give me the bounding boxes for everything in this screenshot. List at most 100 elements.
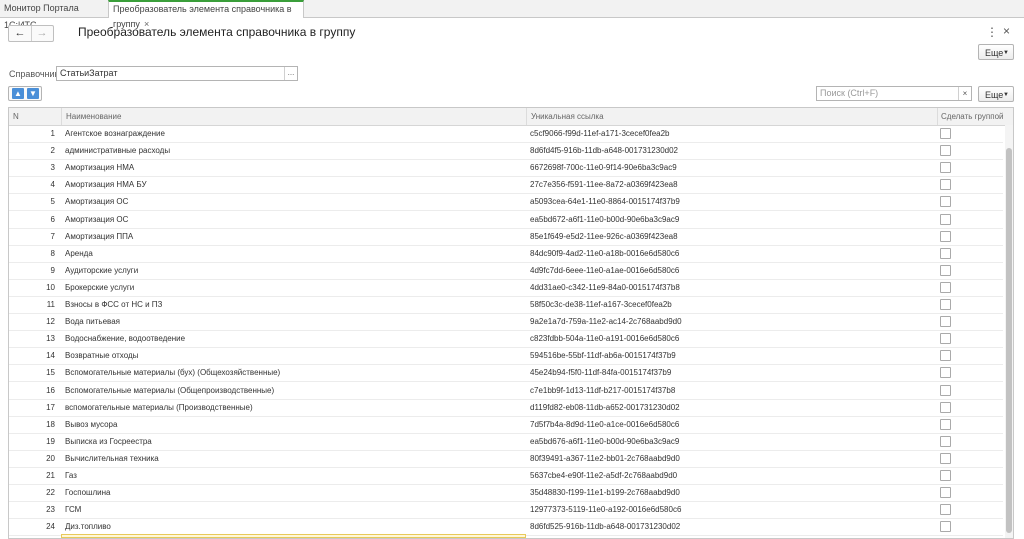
- row-number: 16: [46, 385, 55, 395]
- forward-arrow-icon[interactable]: →: [31, 26, 53, 41]
- make-group-checkbox[interactable]: [940, 264, 951, 276]
- make-group-checkbox[interactable]: [940, 128, 951, 139]
- table-row[interactable]: 17 вспомогательные материалы (Производств…: [9, 399, 1003, 417]
- table-row[interactable]: 13 Водоснабжение, водоотведение c823fdbb-5…: [9, 330, 1003, 349]
- close-icon[interactable]: ×: [1003, 24, 1010, 38]
- more-button-form[interactable]: Еще ▼: [978, 44, 1014, 60]
- table-header: N Наименование Уникальная ссылка Сделать…: [9, 108, 1013, 126]
- make-group-checkbox[interactable]: [940, 299, 951, 310]
- make-group-checkbox[interactable]: [940, 145, 951, 157]
- search-input[interactable]: Поиск (Ctrl+F) ×: [816, 86, 972, 101]
- table-row[interactable]: 22 Госпошлина 35d48830-f199-11e1-b199-2c76…: [9, 484, 1003, 503]
- scrollbar-thumb[interactable]: [1006, 148, 1012, 533]
- row-number: 10: [46, 282, 55, 292]
- row-name: Вычислительная техника: [65, 453, 159, 463]
- row-ref: 594516be-55bf-11df-ab6a-0015174f37b9: [530, 351, 676, 361]
- table-row[interactable]: 6 Амортизация ОС ea5bd672-a6f1-11e0-b00d-9…: [9, 211, 1003, 229]
- tab-portal-monitor[interactable]: Монитор Портала 1С:ИТС: [0, 0, 107, 30]
- move-down-icon[interactable]: ▼: [27, 88, 39, 99]
- make-group-checkbox[interactable]: [940, 281, 951, 293]
- table-row-partial[interactable]: [61, 534, 526, 538]
- make-group-checkbox[interactable]: [940, 333, 951, 345]
- column-header-ref[interactable]: Уникальная ссылка: [526, 108, 937, 125]
- nav-buttons: ← →: [8, 25, 54, 42]
- row-number: 22: [46, 488, 55, 498]
- table-row[interactable]: 15 Вспомогательные материалы (бух) (Общех…: [9, 364, 1003, 383]
- make-group-checkbox[interactable]: [940, 418, 951, 430]
- row-number: 1: [50, 129, 55, 138]
- row-name: Амортизация ОС: [65, 197, 129, 207]
- table-row[interactable]: 4 Амортизация НМА БУ 27c7e356-f591-11ee-8a…: [9, 176, 1003, 195]
- row-name: Амортизация НМА БУ: [65, 180, 147, 190]
- row-number: 17: [46, 402, 55, 412]
- table-row[interactable]: 2 административные расходы 8d6fd4f5-916b-1…: [9, 142, 1003, 161]
- table-row[interactable]: 9 Аудиторские услуги 4d9fc7dd-6eee-11e0-a1…: [9, 262, 1003, 280]
- table-row[interactable]: 16 Вспомогательные материалы (Общепроизво…: [9, 382, 1003, 400]
- make-group-checkbox[interactable]: [940, 162, 951, 174]
- row-number: 2: [50, 146, 55, 156]
- row-name: Возвратные отходы: [65, 351, 139, 361]
- make-group-checkbox[interactable]: [940, 470, 951, 481]
- more-label: Еще: [985, 90, 1004, 100]
- make-group-checkbox[interactable]: [940, 230, 951, 242]
- table-row[interactable]: 8 Аренда 84dc90f9-4ad2-11e0-a18b-0016e6d58…: [9, 245, 1003, 263]
- make-group-checkbox[interactable]: [940, 401, 951, 413]
- tab-bar: Монитор Портала 1С:ИТС Преобразователь э…: [0, 0, 1024, 30]
- column-header-name[interactable]: Наименование: [61, 108, 526, 125]
- chevron-down-icon: ▼: [1003, 50, 1009, 56]
- make-group-checkbox[interactable]: [940, 521, 951, 533]
- make-group-checkbox[interactable]: [940, 384, 951, 396]
- row-name: Агентское вознаграждение: [65, 129, 165, 138]
- row-name: Водоснабжение, водоотведение: [65, 334, 186, 344]
- chevron-down-icon: ▼: [1003, 92, 1009, 98]
- column-header-n[interactable]: N: [9, 108, 61, 125]
- row-name: Амортизация ОС: [65, 214, 129, 224]
- row-ref: 7d5f7b4a-8d9d-11e0-a1ce-0016e6d580c6: [530, 419, 680, 429]
- table-row[interactable]: 7 Амортизация ППА 85e1f649-e5d2-11ee-926c-…: [9, 228, 1003, 246]
- column-header-make-group[interactable]: Сделать группой: [937, 108, 1013, 125]
- row-ref: 5637cbe4-e90f-11e2-a5df-2c768aabd9d0: [530, 471, 678, 480]
- make-group-checkbox[interactable]: [940, 435, 951, 447]
- row-number: 4: [50, 180, 55, 190]
- make-group-checkbox[interactable]: [940, 452, 951, 464]
- more-button-table[interactable]: Еще ▼: [978, 86, 1014, 102]
- clear-search-icon[interactable]: ×: [958, 87, 971, 100]
- row-name: Газ: [65, 471, 77, 480]
- table-row[interactable]: 23 ГСМ 12977373-5119-11e0-a192-0016e6d580c…: [9, 501, 1003, 520]
- table-row[interactable]: 12 Вода питьевая 9a2e1a7d-759a-11e2-ac14-2…: [9, 313, 1003, 332]
- catalog-field[interactable]: СтатьиЗатрат ...: [56, 66, 298, 81]
- move-up-icon[interactable]: ▲: [12, 88, 24, 99]
- table-row[interactable]: 20 Вычислительная техника 80f39491-a367-11…: [9, 450, 1003, 468]
- row-number: 12: [46, 317, 55, 327]
- back-arrow-icon[interactable]: ←: [9, 26, 32, 41]
- row-ref: 85e1f649-e5d2-11ee-926c-a0369f423ea8: [530, 231, 678, 241]
- tab-converter[interactable]: Преобразователь элемента справочника в г…: [108, 0, 304, 29]
- choose-button[interactable]: ...: [284, 67, 297, 80]
- table-row[interactable]: 3 Амортизация НМА 6672698f-700c-11e0-9f14-…: [9, 159, 1003, 178]
- make-group-checkbox[interactable]: [940, 504, 951, 516]
- catalog-value: СтатьиЗатрат: [60, 68, 118, 78]
- data-table: N Наименование Уникальная ссылка Сделать…: [8, 107, 1014, 539]
- make-group-checkbox[interactable]: [940, 196, 951, 208]
- make-group-checkbox[interactable]: [940, 213, 951, 225]
- make-group-checkbox[interactable]: [940, 316, 951, 328]
- row-name: Вспомогательные материалы (бух) (Общехоз…: [65, 368, 281, 378]
- row-ref: c7e1bb9f-1d13-11df-b217-0015174f37b8: [530, 385, 676, 395]
- table-row[interactable]: 14 Возвратные отходы 594516be-55bf-11df-ab…: [9, 347, 1003, 366]
- table-row[interactable]: 21 Газ 5637cbe4-e90f-11e2-a5df-2c768aabd9d…: [9, 467, 1003, 485]
- row-name: административные расходы: [65, 146, 171, 156]
- make-group-checkbox[interactable]: [940, 487, 951, 499]
- table-row[interactable]: 18 Вывоз мусора 7d5f7b4a-8d9d-11e0-a1ce-00…: [9, 416, 1003, 434]
- more-options-icon[interactable]: ⋮: [986, 25, 998, 39]
- table-row[interactable]: 1 Агентское вознаграждение c5cf9066-f99d-1…: [9, 125, 1003, 143]
- make-group-checkbox[interactable]: [940, 179, 951, 191]
- table-row[interactable]: 5 Амортизация ОС a5093cea-64e1-11e0-8864-0…: [9, 193, 1003, 212]
- row-name: Брокерские услуги: [65, 282, 135, 292]
- row-number: 21: [46, 471, 55, 480]
- make-group-checkbox[interactable]: [940, 247, 951, 259]
- table-row[interactable]: 19 Выписка из Госреестра ea5bd676-a6f1-11e…: [9, 433, 1003, 451]
- make-group-checkbox[interactable]: [940, 350, 951, 362]
- table-row[interactable]: 10 Брокерские услуги 4dd31ae0-c342-11e9-84…: [9, 279, 1003, 297]
- table-row[interactable]: 11 Взносы в ФСС от НС и ПЗ 58f50c3c-de38-1…: [9, 296, 1003, 314]
- make-group-checkbox[interactable]: [940, 367, 951, 379]
